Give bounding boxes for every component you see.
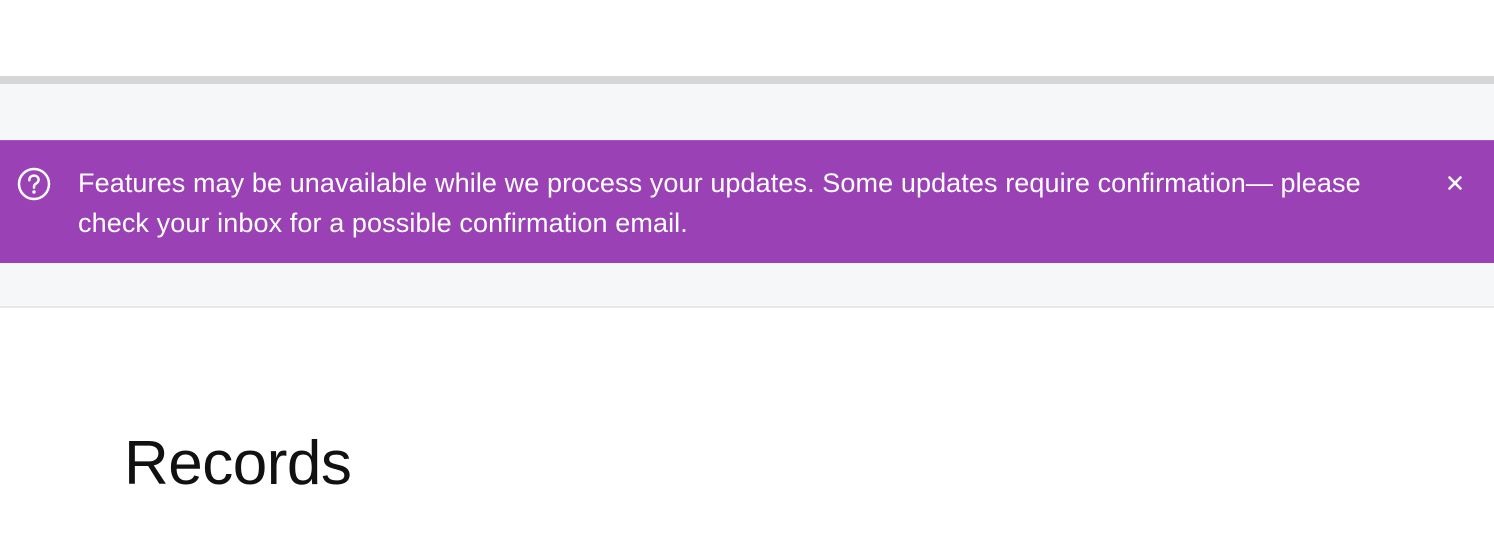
header-divider <box>0 76 1494 84</box>
main-content: Records <box>0 308 1494 555</box>
close-icon <box>1448 176 1462 190</box>
page-title: Records <box>124 429 352 498</box>
help-circle-icon <box>17 167 51 201</box>
notification-banner: Features may be unavailable while we pro… <box>0 140 1494 263</box>
top-header-area <box>0 0 1494 76</box>
notification-region: Features may be unavailable while we pro… <box>0 84 1494 308</box>
notification-message: Features may be unavailable while we pro… <box>78 168 1361 238</box>
close-button[interactable] <box>1436 168 1474 198</box>
